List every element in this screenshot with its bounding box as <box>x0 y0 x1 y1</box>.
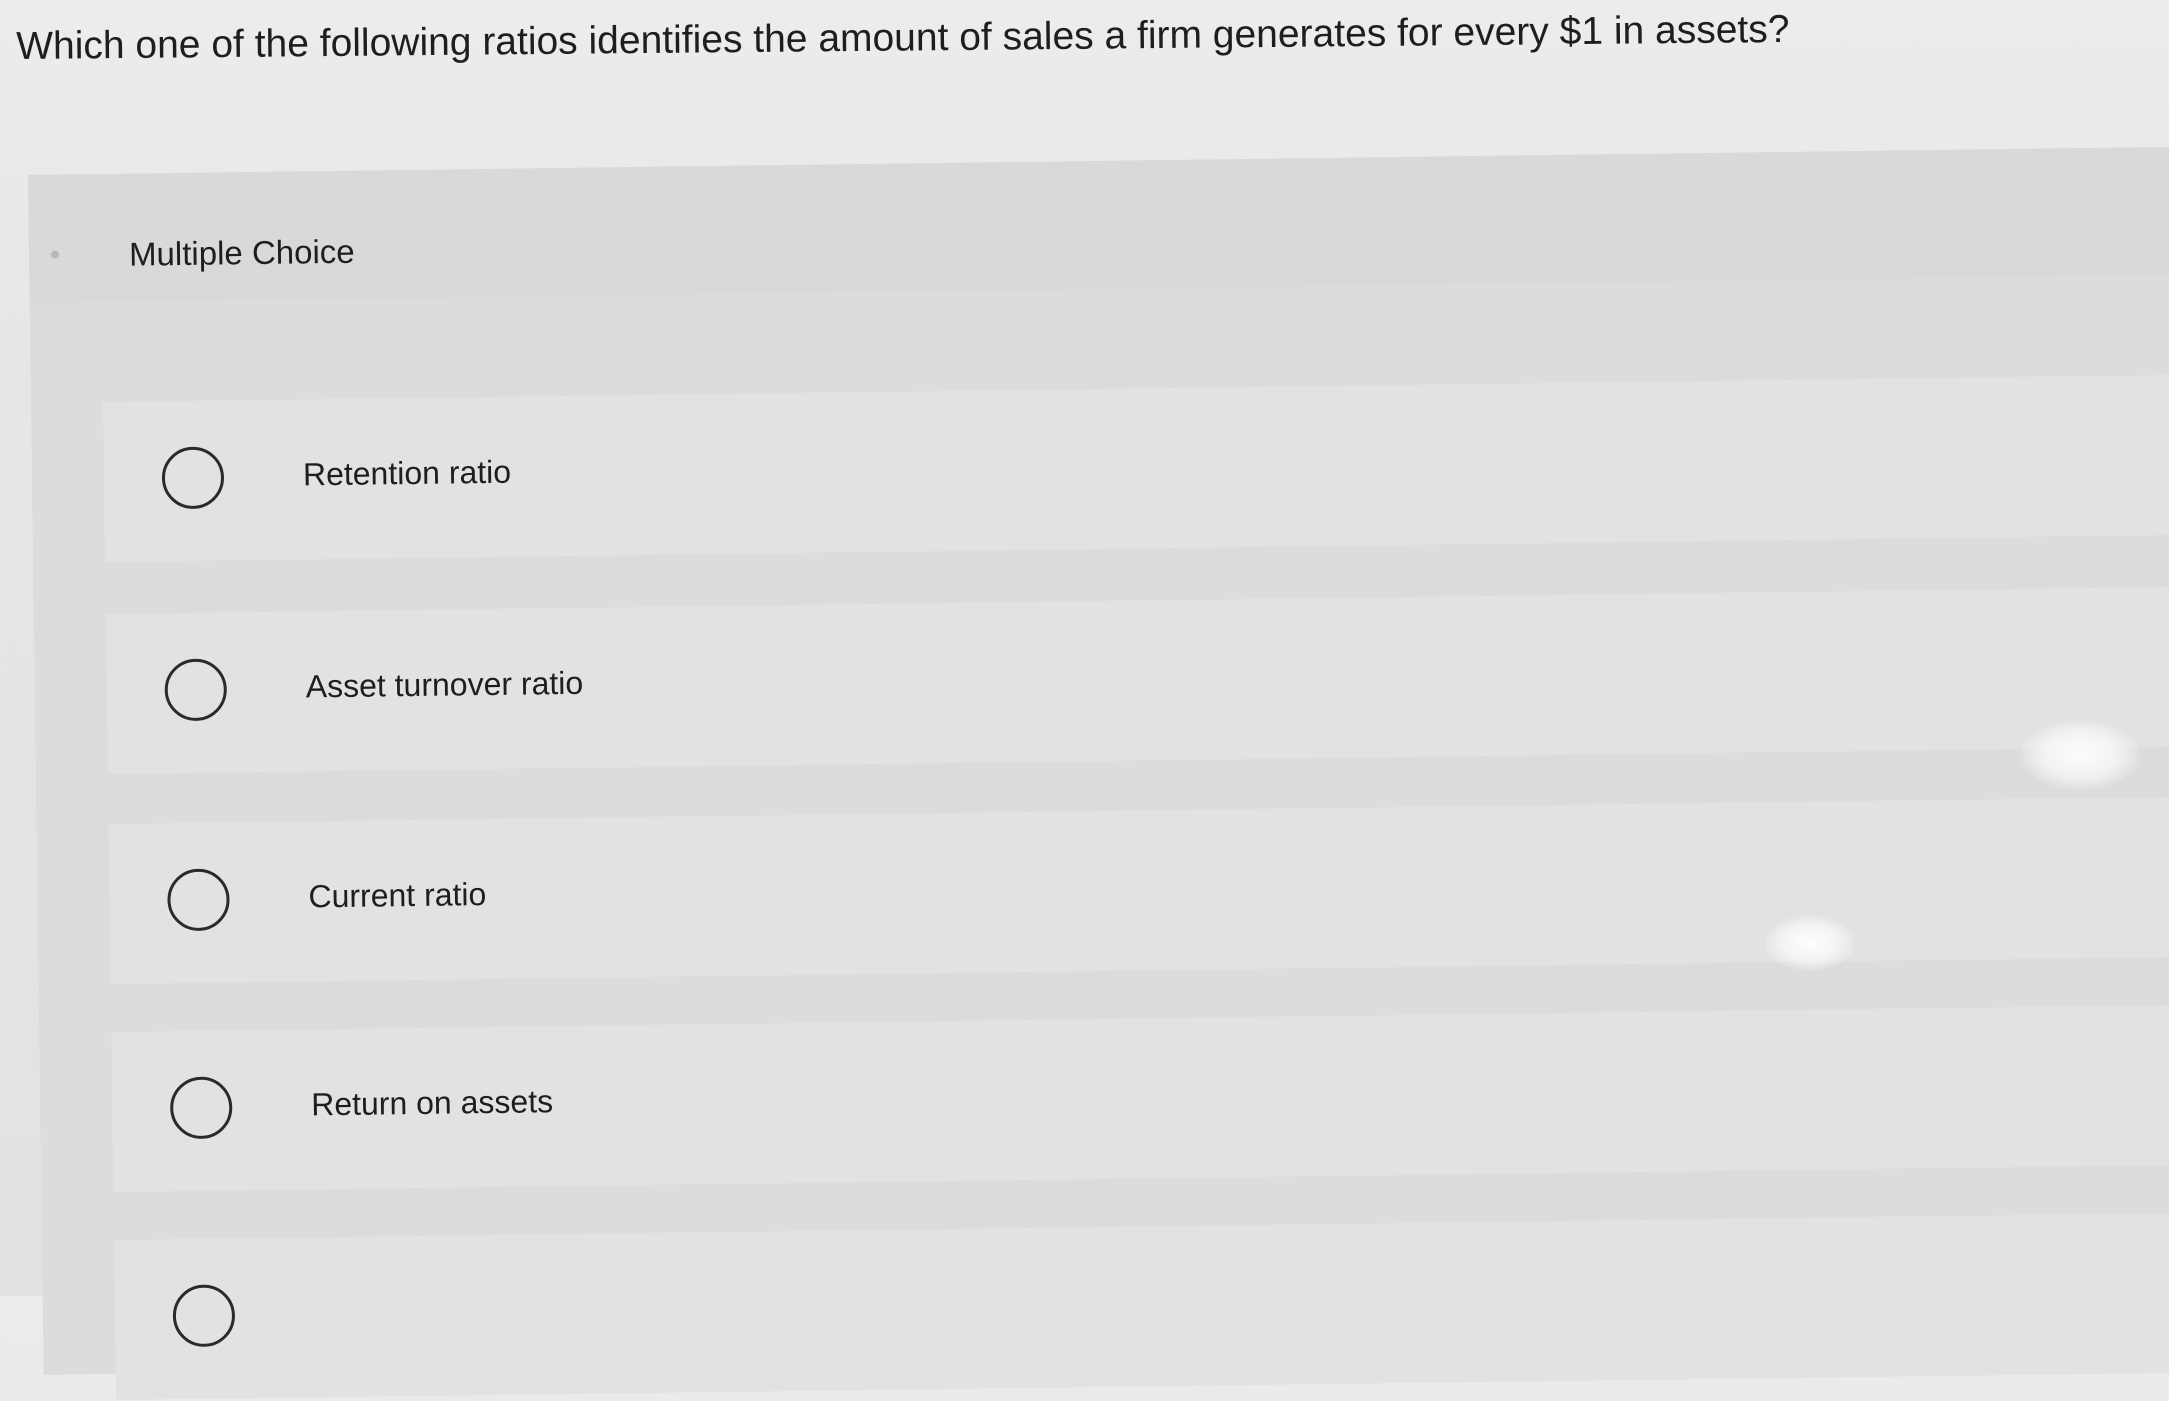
radio-circle-icon[interactable] <box>169 1076 233 1140</box>
radio-circle-icon[interactable] <box>164 658 228 722</box>
option-current-ratio[interactable]: Current ratio <box>108 796 2169 984</box>
option-label: Asset turnover ratio <box>305 664 584 705</box>
question-text: Which one of the following ratios identi… <box>16 7 1790 68</box>
radio-circle-icon[interactable] <box>172 1284 236 1348</box>
panel-title: Multiple Choice <box>128 232 355 273</box>
radio-circle-icon[interactable] <box>161 446 225 510</box>
option-asset-turnover-ratio[interactable]: Asset turnover ratio <box>105 586 2169 775</box>
option-label: Return on assets <box>310 1083 554 1123</box>
option-return-on-assets[interactable]: Return on assets <box>111 1004 2169 1192</box>
option-label: Retention ratio <box>302 453 512 493</box>
radio-circle-icon[interactable] <box>167 868 230 932</box>
bullet-icon <box>50 250 60 259</box>
multiple-choice-panel: Multiple Choice Retention ratio Asset tu… <box>28 146 2169 1400</box>
option-retention-ratio[interactable]: Retention ratio <box>102 374 2169 563</box>
panel-header: Multiple Choice <box>28 146 2169 303</box>
option-label: Current ratio <box>308 876 487 915</box>
option-partial[interactable] <box>113 1212 2169 1400</box>
